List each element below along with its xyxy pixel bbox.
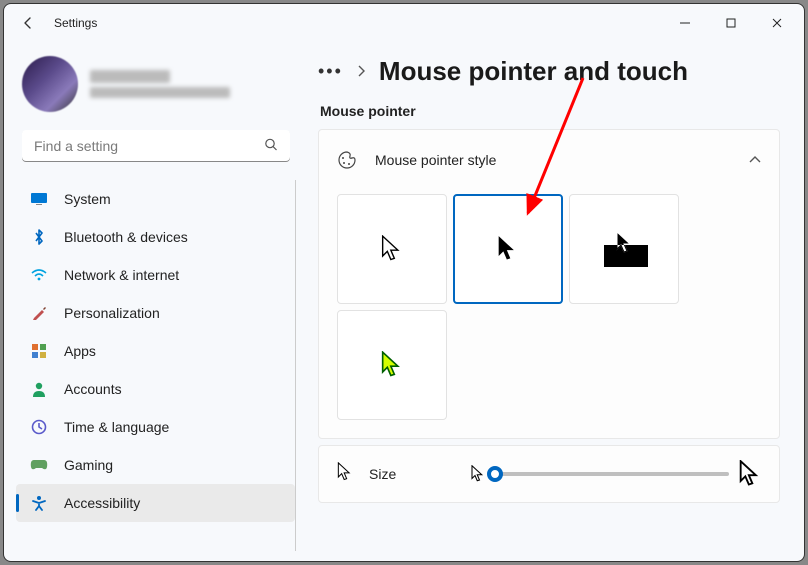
style-option-custom[interactable]	[337, 310, 447, 420]
pointer-size-card: Size	[318, 445, 780, 503]
close-button[interactable]	[754, 7, 800, 39]
nav-label: Bluetooth & devices	[64, 229, 188, 245]
search-icon	[264, 138, 278, 155]
nav-item-gaming[interactable]: Gaming	[16, 446, 295, 484]
section-label: Mouse pointer	[320, 103, 780, 119]
sidebar: System Bluetooth & devices Network & int…	[4, 42, 304, 561]
size-label: Size	[369, 466, 396, 482]
nav-item-system[interactable]: System	[16, 180, 295, 218]
nav-list: System Bluetooth & devices Network & int…	[16, 180, 296, 551]
pointer-style-card: Mouse pointer style	[318, 129, 780, 439]
nav-item-bluetooth[interactable]: Bluetooth & devices	[16, 218, 295, 256]
style-option-black[interactable]	[453, 194, 563, 304]
titlebar: Settings	[4, 4, 804, 42]
accessibility-icon	[30, 494, 48, 512]
size-slider-wrap	[471, 460, 761, 488]
personalization-icon	[30, 304, 48, 322]
chevron-up-icon	[749, 153, 761, 167]
nav-label: Accounts	[64, 381, 122, 397]
nav-item-personalization[interactable]: Personalization	[16, 294, 295, 332]
breadcrumb: ••• Mouse pointer and touch	[318, 56, 780, 87]
window-title: Settings	[54, 16, 97, 30]
apps-icon	[30, 342, 48, 360]
back-button[interactable]	[16, 11, 40, 35]
nav-item-network[interactable]: Network & internet	[16, 256, 295, 294]
page-title: Mouse pointer and touch	[379, 56, 688, 87]
style-option-inverted[interactable]	[569, 194, 679, 304]
nav-label: Apps	[64, 343, 96, 359]
settings-window: Settings	[3, 3, 805, 562]
window-controls	[662, 7, 800, 39]
large-cursor-icon	[739, 460, 761, 488]
small-cursor-icon	[471, 465, 485, 483]
network-icon	[30, 266, 48, 284]
nav-label: Time & language	[64, 419, 169, 435]
system-icon	[30, 190, 48, 208]
nav-label: Personalization	[64, 305, 160, 321]
pointer-style-title: Mouse pointer style	[375, 152, 749, 168]
search-wrapper	[22, 130, 290, 162]
size-slider[interactable]	[495, 472, 729, 476]
chevron-right-icon	[357, 64, 365, 80]
user-name-redacted	[90, 70, 170, 83]
maximize-button[interactable]	[708, 7, 754, 39]
nav-item-accounts[interactable]: Accounts	[16, 370, 295, 408]
nav-label: Accessibility	[64, 495, 140, 511]
bluetooth-icon	[30, 228, 48, 246]
time-icon	[30, 418, 48, 436]
user-email-redacted	[90, 87, 230, 98]
slider-thumb[interactable]	[487, 466, 503, 482]
avatar	[22, 56, 78, 112]
nav-item-accessibility[interactable]: Accessibility	[16, 484, 295, 522]
nav-label: System	[64, 191, 111, 207]
main-content: ••• Mouse pointer and touch Mouse pointe…	[304, 42, 804, 561]
nav-item-apps[interactable]: Apps	[16, 332, 295, 370]
user-info	[90, 70, 230, 98]
minimize-button[interactable]	[662, 7, 708, 39]
palette-icon	[337, 150, 357, 170]
accounts-icon	[30, 380, 48, 398]
search-input[interactable]	[22, 130, 290, 162]
gaming-icon	[30, 456, 48, 474]
cursor-icon	[337, 462, 353, 487]
breadcrumb-more-icon[interactable]: •••	[318, 61, 343, 82]
user-block[interactable]	[16, 50, 296, 126]
nav-label: Network & internet	[64, 267, 179, 283]
nav-item-time-language[interactable]: Time & language	[16, 408, 295, 446]
pointer-style-header[interactable]: Mouse pointer style	[319, 130, 779, 190]
style-option-white[interactable]	[337, 194, 447, 304]
nav-label: Gaming	[64, 457, 113, 473]
style-grid	[319, 190, 779, 438]
